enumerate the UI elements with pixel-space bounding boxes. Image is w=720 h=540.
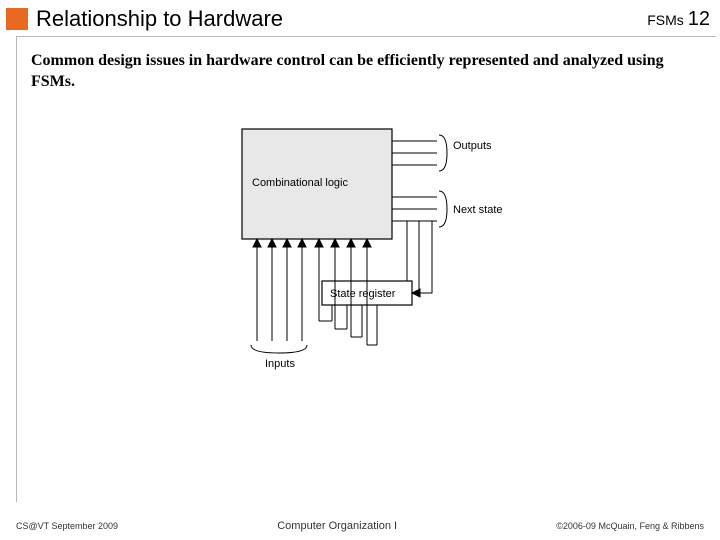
fsm-diagram: Combinational logic Outputs Next state I… xyxy=(207,111,527,371)
inputs-label: Inputs xyxy=(265,358,295,370)
next-state-label: Next state xyxy=(453,204,503,216)
footer-right: ©2006-09 McQuain, Feng & Ribbens xyxy=(556,521,704,531)
content-frame: Common design issues in hardware control… xyxy=(16,36,716,502)
footer-center: Computer Organization I xyxy=(277,520,397,532)
header-bar: Relationship to Hardware FSMs 12 xyxy=(0,0,720,34)
page-title: Relationship to Hardware xyxy=(36,6,647,32)
body-text: Common design issues in hardware control… xyxy=(17,37,716,101)
accent-block xyxy=(6,8,28,30)
diagram-container: Combinational logic Outputs Next state I… xyxy=(17,111,716,371)
footer-left: CS@VT September 2009 xyxy=(16,521,118,531)
header-tag: FSMs xyxy=(647,12,684,28)
outputs-label: Outputs xyxy=(453,140,492,152)
state-register-label: State register xyxy=(330,288,396,300)
footer: CS@VT September 2009 Computer Organizati… xyxy=(0,520,720,532)
header-meta: FSMs 12 xyxy=(647,8,710,31)
comb-logic-label: Combinational logic xyxy=(252,177,348,189)
page-number: 12 xyxy=(688,8,710,31)
